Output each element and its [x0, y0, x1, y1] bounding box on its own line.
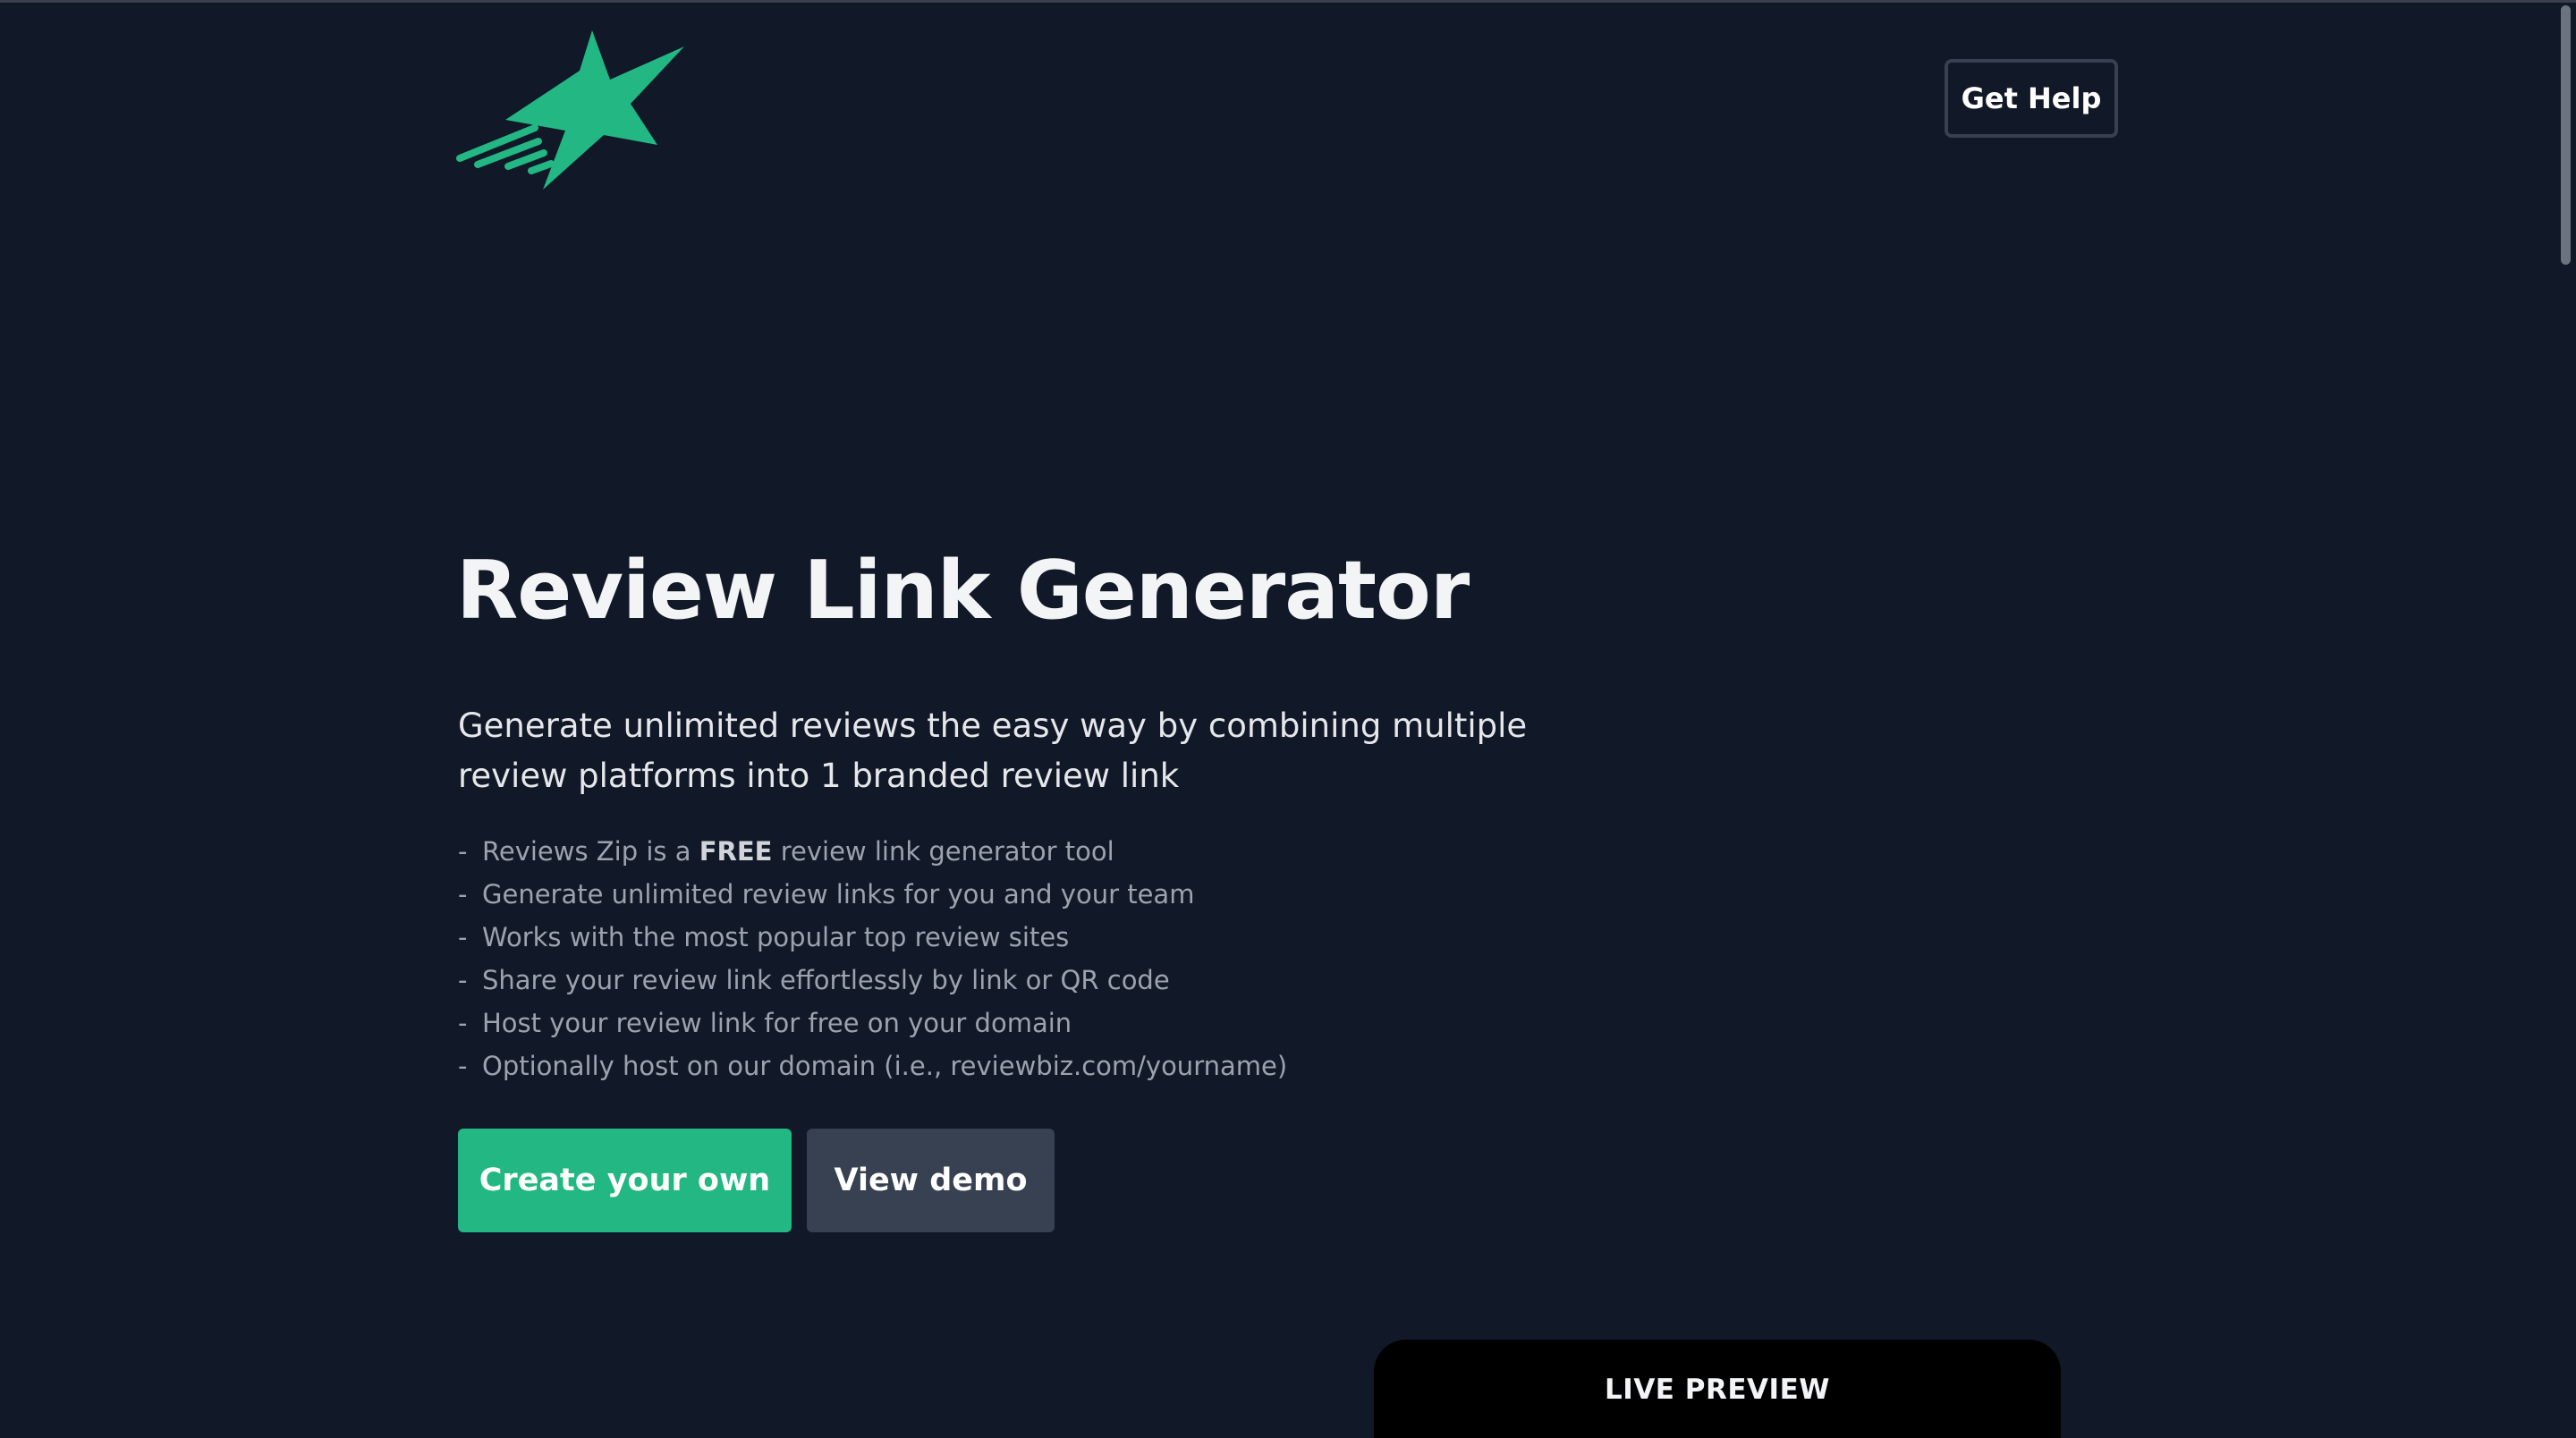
feature-item: - Optionally host on our domain (i.e., re…	[458, 1045, 1287, 1087]
feature-item: - Host your review link for free on your …	[458, 1002, 1287, 1045]
feature-item: - Reviews Zip is a FREE review link gener…	[458, 830, 1287, 873]
feature-text: Generate unlimited review links for you …	[482, 879, 1195, 909]
scrollbar-thumb[interactable]	[2561, 5, 2571, 265]
hero-subtitle: Generate unlimited reviews the easy way …	[458, 706, 1528, 795]
feature-text: Host your review link for free on your d…	[482, 1008, 1072, 1038]
bullet-dash: -	[458, 922, 468, 952]
create-your-own-button[interactable]: Create your own	[458, 1129, 792, 1232]
view-demo-button[interactable]: View demo	[807, 1129, 1055, 1232]
bullet-dash: -	[458, 965, 468, 995]
bullet-dash: -	[458, 1051, 468, 1081]
feature-text: Reviews Zip is a	[482, 836, 699, 867]
feature-item: - Share your review link effortlessly by …	[458, 959, 1287, 1002]
feature-text: Works with the most popular top review s…	[482, 922, 1070, 952]
feature-list: - Reviews Zip is a FREE review link gener…	[458, 830, 1287, 1087]
logo-trails	[456, 124, 555, 174]
top-border	[0, 0, 2576, 3]
bullet-dash: -	[458, 1008, 468, 1038]
bullet-dash: -	[458, 836, 468, 867]
feature-text: Share your review link effortlessly by l…	[482, 965, 1170, 995]
shooting-star-icon[interactable]	[456, 30, 685, 191]
page-title: Review Link Generator	[456, 544, 1470, 638]
get-help-button[interactable]: Get Help	[1945, 59, 2118, 138]
live-preview-label: LIVE PREVIEW	[1605, 1374, 1830, 1406]
feature-emphasis: FREE	[699, 836, 773, 867]
bullet-dash: -	[458, 879, 468, 909]
feature-text: Optionally host on our domain (i.e., rev…	[482, 1051, 1288, 1081]
feature-text: review link generator tool	[772, 836, 1114, 867]
live-preview-panel: LIVE PREVIEW	[1374, 1340, 2061, 1438]
feature-item: - Generate unlimited review links for you…	[458, 873, 1287, 916]
feature-item: - Works with the most popular top review …	[458, 916, 1287, 959]
logo-star	[505, 30, 684, 190]
